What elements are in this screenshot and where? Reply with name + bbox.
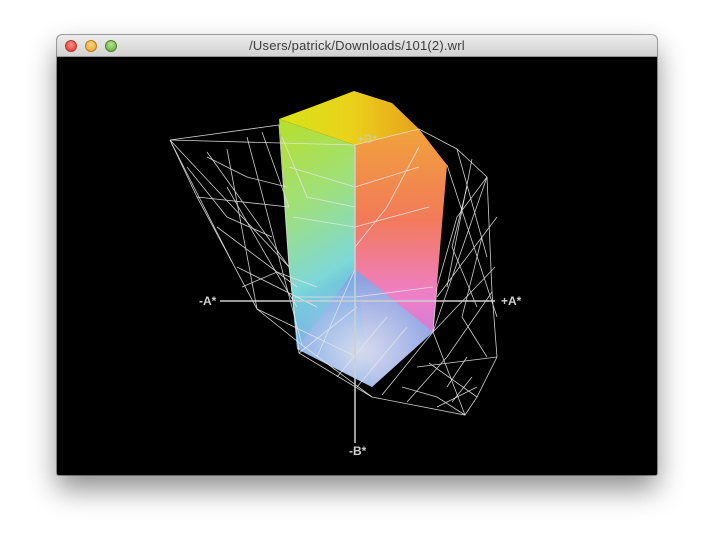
axis-label-a-positive: +A*	[501, 294, 522, 308]
gamut-plot[interactable]: -A* +A* +B* -B*	[57, 57, 657, 475]
3d-gamut-viewport[interactable]: -A* +A* +B* -B*	[57, 57, 657, 475]
axis-label-b-positive: +B*	[357, 132, 378, 146]
viewer-window: /Users/patrick/Downloads/101(2).wrl -A* …	[57, 35, 657, 475]
axis-label-a-negative: -A*	[199, 294, 217, 308]
axis-label-b-negative: -B*	[349, 444, 367, 458]
window-title: /Users/patrick/Downloads/101(2).wrl	[249, 38, 465, 53]
title-bar[interactable]: /Users/patrick/Downloads/101(2).wrl	[57, 35, 657, 57]
